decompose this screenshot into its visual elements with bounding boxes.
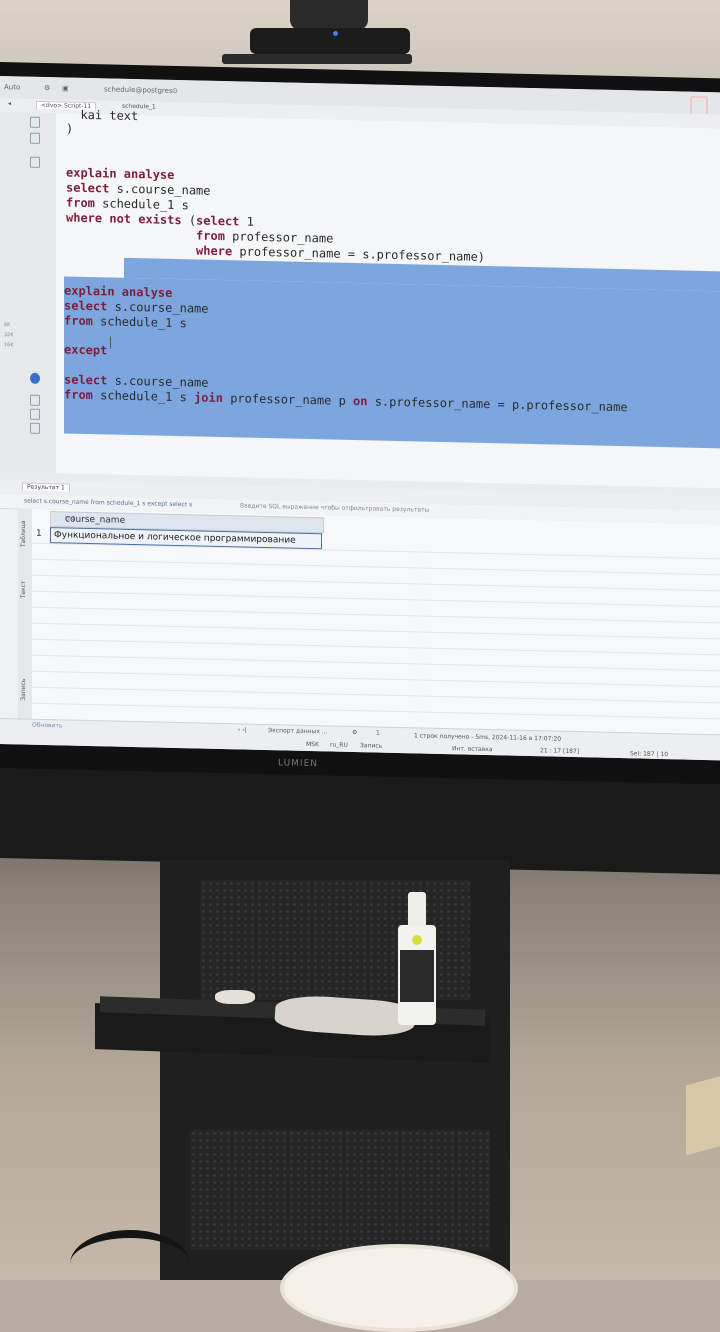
camera-led-icon	[333, 31, 338, 36]
code-line: explain analyse	[66, 165, 175, 182]
grid-line	[32, 638, 720, 656]
monitor: Auto ⚙ ▣ schedule@postgres ⊙ ◂ <dvo> Scr…	[0, 62, 720, 875]
selected-code-line: from schedule_1 s	[64, 313, 187, 331]
table-edge	[686, 1074, 720, 1156]
view-text-tab[interactable]: Текст	[20, 580, 27, 598]
grid-line	[32, 542, 720, 560]
run-icon[interactable]	[30, 372, 40, 384]
cable	[70, 1230, 190, 1298]
grid-line	[32, 606, 720, 624]
back-icon[interactable]: ◂	[4, 100, 15, 107]
webcam	[250, 28, 410, 54]
export-button[interactable]: Экспорт данных ...	[268, 727, 328, 735]
edit-mode: Запись	[360, 742, 383, 750]
view-table-tab[interactable]: Таблица	[20, 520, 27, 547]
filter-input[interactable]: Введите SQL выражение чтобы отфильтроват…	[240, 502, 429, 513]
selection-info: Sel: 187 | 10	[630, 750, 669, 759]
text-caret	[110, 336, 111, 349]
row-number: 1	[36, 528, 42, 539]
auto-commit-label[interactable]: Auto	[4, 83, 20, 91]
row-count: 1	[376, 729, 380, 737]
results-grid: course_name ▽↕ 1 Функциональное и логиче…	[32, 508, 720, 735]
screen: Auto ⚙ ▣ schedule@postgres ⊙ ◂ <dvo> Scr…	[0, 76, 720, 761]
code-line: from schedule_1 s	[66, 195, 189, 213]
bottle-label	[400, 950, 434, 1002]
results-view-switcher: Таблица Текст Запись	[18, 508, 33, 719]
locale: ru_RU	[330, 741, 348, 749]
cup	[280, 1244, 518, 1332]
camera-mount	[222, 54, 412, 64]
code-line: kai text	[66, 107, 139, 124]
page-nav-icon[interactable]: › ›|	[238, 726, 247, 733]
sort-filter-icon[interactable]: ▽↕	[65, 514, 319, 528]
gutter-number: 32K	[4, 332, 14, 339]
insert-mode: Инт. вставка	[452, 745, 493, 754]
timezone: MSK	[306, 740, 319, 749]
grid-line	[32, 590, 720, 608]
bottle-logo-icon	[412, 935, 422, 945]
grid-line	[32, 702, 720, 720]
sql-editor[interactable]: kai text ) explain analyse select s.cour…	[56, 108, 720, 489]
explain-icon[interactable]	[30, 394, 40, 406]
history-icon[interactable]	[30, 408, 40, 420]
datasource-selector[interactable]: schedule@postgres	[104, 85, 173, 95]
editor-gutter: 6K 32K 16K	[0, 112, 57, 474]
cell-value: Функциональное и логическое программиров…	[54, 530, 296, 546]
cursor-position: 21 : 17 [187]	[540, 747, 580, 756]
database-icon[interactable]: ▣	[62, 84, 69, 92]
settings-icon[interactable]: ⚙	[352, 729, 357, 736]
grid-line	[32, 670, 720, 688]
grid-line	[32, 686, 720, 704]
format-icon[interactable]	[30, 116, 40, 128]
panel-icon[interactable]	[30, 156, 40, 168]
selected-code-line: except	[64, 342, 108, 358]
grid-line	[32, 622, 720, 640]
monitor-brand-logo: LUMIEN	[278, 758, 318, 770]
code-line: )	[66, 121, 74, 136]
grid-line	[32, 654, 720, 672]
gutter-number: 6K	[4, 322, 11, 329]
monitor-bottom-bezel	[0, 768, 720, 875]
gear-icon[interactable]: ⚙	[44, 84, 50, 92]
stand-mesh-panel	[190, 1130, 490, 1250]
refresh-button[interactable]: Обновить	[32, 722, 62, 730]
query-summary: select s.course_name from schedule_1 s e…	[24, 497, 193, 509]
export-icon[interactable]	[30, 422, 40, 434]
tab-results[interactable]: Результат 1	[22, 482, 70, 492]
spray-nozzle	[408, 892, 426, 928]
selected-code-line: explain analyse	[64, 283, 173, 300]
tissue	[215, 990, 255, 1004]
outline-icon[interactable]	[30, 132, 40, 144]
grid-line	[32, 558, 720, 576]
camera-body	[290, 0, 368, 30]
grid-line	[32, 574, 720, 592]
view-record-tab[interactable]: Запись	[20, 678, 27, 700]
fetch-info: 1 строк получено - 5ms, 2024-11-16 в 17:…	[414, 732, 562, 743]
schema-icon[interactable]: ⊙	[172, 87, 178, 95]
gutter-number: 16K	[4, 342, 14, 349]
